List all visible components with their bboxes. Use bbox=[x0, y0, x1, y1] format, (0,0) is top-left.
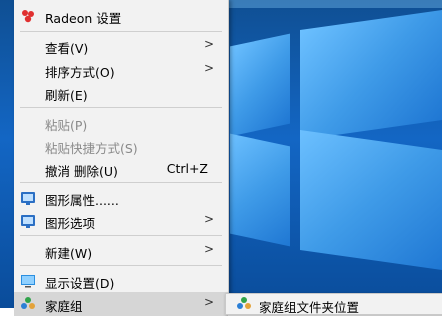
window-pane bbox=[230, 33, 290, 137]
menu-label: 粘贴(P) bbox=[45, 118, 88, 133]
menu-item-undo-delete[interactable]: 撤消 删除(U) Ctrl+Z bbox=[14, 157, 228, 181]
chevron-right-icon: > bbox=[203, 242, 214, 256]
menu-label: 显示设置(D) bbox=[45, 276, 115, 291]
menu-label: Radeon 设置 bbox=[45, 11, 122, 26]
graphics-icon bbox=[20, 213, 36, 229]
menu-label: 刷新(E) bbox=[45, 88, 88, 103]
light-beam bbox=[228, 0, 442, 8]
window-pane bbox=[300, 10, 442, 140]
chevron-right-icon: > bbox=[203, 61, 214, 75]
menu-separator bbox=[20, 235, 222, 236]
menu-label: 粘贴快捷方式(S) bbox=[45, 141, 138, 156]
menu-item-refresh[interactable]: 刷新(E) bbox=[14, 81, 228, 105]
menu-item-radeon-settings[interactable]: Radeon 设置 bbox=[14, 4, 228, 28]
menu-separator bbox=[20, 31, 222, 32]
graphics-icon bbox=[20, 190, 36, 206]
submenu-item-homegroup-location[interactable]: 家庭组文件夹位置 bbox=[259, 297, 359, 316]
menu-item-new[interactable]: 新建(W) > bbox=[14, 239, 228, 263]
menu-label: 图形选项 bbox=[45, 216, 96, 231]
menu-separator bbox=[20, 182, 222, 183]
menu-label: 图形属性...... bbox=[45, 193, 119, 208]
menu-item-homegroup[interactable]: 家庭组 > bbox=[14, 292, 228, 316]
window-pane bbox=[300, 130, 442, 270]
menu-label: 撤消 删除(U) bbox=[45, 164, 118, 179]
menu-item-paste-shortcut[interactable]: 粘贴快捷方式(S) bbox=[14, 134, 228, 158]
chevron-right-icon: > bbox=[203, 212, 214, 226]
homegroup-icon bbox=[236, 296, 252, 312]
chevron-right-icon: > bbox=[203, 37, 214, 51]
menu-separator bbox=[20, 265, 222, 266]
monitor-icon bbox=[20, 273, 36, 289]
menu-item-graphics-options[interactable]: 图形选项 > bbox=[14, 209, 228, 233]
menu-label: 排序方式(O) bbox=[45, 65, 115, 80]
homegroup-submenu: 家庭组文件夹位置 bbox=[225, 293, 442, 315]
menu-label: 查看(V) bbox=[45, 41, 89, 56]
menu-item-view[interactable]: 查看(V) > bbox=[14, 34, 228, 58]
menu-label: 新建(W) bbox=[45, 246, 93, 261]
desktop-context-menu: Radeon 设置 查看(V) > 排序方式(O) > 刷新(E) 粘贴(P) … bbox=[14, 0, 229, 316]
menu-item-paste[interactable]: 粘贴(P) bbox=[14, 111, 228, 135]
menu-item-sort[interactable]: 排序方式(O) > bbox=[14, 58, 228, 82]
window-pane bbox=[230, 133, 290, 247]
shortcut-label: Ctrl+Z bbox=[166, 161, 208, 176]
menu-item-display-settings[interactable]: 显示设置(D) bbox=[14, 269, 228, 293]
homegroup-icon bbox=[20, 296, 36, 312]
chevron-right-icon: > bbox=[203, 295, 214, 309]
radeon-icon bbox=[20, 8, 36, 24]
menu-separator bbox=[20, 107, 222, 108]
menu-item-graphics-properties[interactable]: 图形属性...... bbox=[14, 186, 228, 210]
menu-label: 家庭组 bbox=[45, 299, 83, 314]
